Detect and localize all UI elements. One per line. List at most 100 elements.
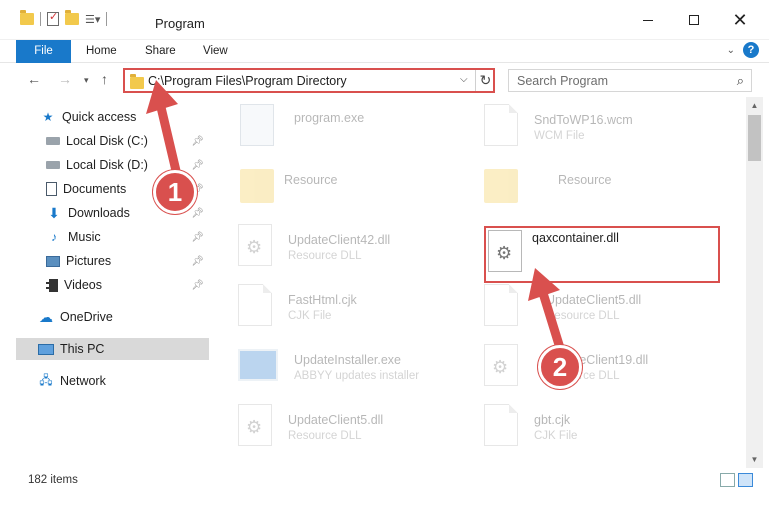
star-icon: ★ xyxy=(42,110,54,124)
large-icons-view-icon[interactable] xyxy=(738,473,753,487)
expand-ribbon-icon[interactable]: ⌄ xyxy=(727,45,735,56)
pin-icon[interactable]: 📌︎ xyxy=(191,136,204,147)
sidebar-item-label: Music xyxy=(68,230,101,244)
file-icon xyxy=(484,404,518,446)
sidebar-item-label: Pictures xyxy=(66,254,112,268)
file-name: UpdateClient5.dll xyxy=(546,293,642,307)
list-item[interactable]: FastHtml.cjk CJK File xyxy=(238,281,458,331)
sidebar-item-music[interactable]: ♪ Music 📌︎ xyxy=(46,226,210,248)
tab-file[interactable]: File xyxy=(16,40,71,63)
sidebar-item-label: Local Disk (C:) xyxy=(66,134,148,148)
address-row: ← → ▾ ↑ C:\Program Files\Program Directo… xyxy=(0,63,769,97)
quick-access-toolbar: ☰▾ xyxy=(20,10,108,26)
scroll-down-icon[interactable]: ▼ xyxy=(746,451,763,468)
file-type: CJK File xyxy=(534,430,578,442)
pin-icon[interactable]: 📌︎ xyxy=(191,280,204,291)
back-arrow-icon[interactable]: ← xyxy=(27,71,41,87)
close-icon: ✕ xyxy=(732,9,748,30)
divider xyxy=(40,12,41,26)
disk-icon xyxy=(46,137,60,145)
list-item[interactable]: UpdateClient5.dll Resource DLL xyxy=(484,281,724,331)
sidebar-item-this-pc[interactable]: This PC xyxy=(16,338,209,360)
step-2-badge: 2 xyxy=(538,345,582,389)
installer-icon xyxy=(238,349,278,381)
list-item[interactable]: Resource xyxy=(240,161,460,211)
pin-icon[interactable]: 📌︎ xyxy=(191,160,204,171)
new-folder-icon[interactable] xyxy=(65,10,79,25)
item-count: 182 items xyxy=(28,474,78,486)
list-item[interactable]: gbt.cjk CJK File xyxy=(484,401,724,451)
recent-locations-icon[interactable]: ▾ xyxy=(84,75,89,86)
pin-icon[interactable]: 📌︎ xyxy=(191,208,204,219)
sidebar-item-videos[interactable]: Videos 📌︎ xyxy=(46,274,210,296)
title-bar: ☰▾ Program ✕ xyxy=(0,0,769,40)
file-name: FastHtml.cjk xyxy=(288,293,357,307)
ribbon-controls: ⌄ ? xyxy=(727,42,759,58)
file-icon xyxy=(484,284,518,326)
minimize-button[interactable] xyxy=(625,0,671,40)
file-name: SndToWP16.wcm xyxy=(534,113,633,127)
properties-icon[interactable] xyxy=(47,10,59,26)
address-bar[interactable]: C:\Program Files\Program Directory ⌵ ↻ xyxy=(123,68,495,93)
highlight-box xyxy=(484,226,720,283)
window-title: Program xyxy=(155,16,205,31)
file-icon xyxy=(484,104,518,146)
sidebar-item-pictures[interactable]: Pictures 📌︎ xyxy=(46,250,210,272)
file-name: Resource xyxy=(284,173,338,187)
file-icon xyxy=(238,284,272,326)
help-icon[interactable]: ? xyxy=(743,42,759,58)
sidebar-item-onedrive[interactable]: ☁ OneDrive xyxy=(38,306,210,328)
downloads-icon: ⬇ xyxy=(48,204,60,221)
search-input[interactable]: Search Program ⌕ xyxy=(508,69,752,92)
gear-icon: ⚙ xyxy=(246,417,263,437)
dll-file-icon: ⚙ xyxy=(238,404,272,446)
maximize-button[interactable] xyxy=(671,0,717,40)
dll-file-icon: ⚙ xyxy=(238,224,272,266)
sidebar-item-label: Network xyxy=(60,374,106,388)
sidebar-item-label: Documents xyxy=(63,182,127,196)
up-arrow-icon[interactable]: ↑ xyxy=(101,71,108,87)
minimize-icon xyxy=(643,19,653,21)
vertical-scrollbar[interactable]: ▲ ▼ xyxy=(746,97,763,468)
file-name: UpdateInstaller.exe xyxy=(294,353,402,367)
list-item[interactable]: ⚙ UpdateClient42.dll Resource DLL xyxy=(238,221,458,271)
folder-icon xyxy=(20,10,34,25)
list-item[interactable]: UpdateInstaller.exe ABBYY updates instal… xyxy=(238,341,458,391)
file-name: Resource xyxy=(558,173,612,187)
tab-home[interactable]: Home xyxy=(86,40,117,63)
tab-share[interactable]: Share xyxy=(145,40,176,63)
tab-view[interactable]: View xyxy=(203,40,228,63)
file-type: WCM File xyxy=(534,130,585,142)
customize-toolbar-icon[interactable]: ☰▾ xyxy=(85,13,100,26)
pin-icon[interactable]: 📌︎ xyxy=(191,232,204,243)
gear-icon: ⚙ xyxy=(492,357,509,377)
list-item[interactable]: SndToWP16.wcm WCM File xyxy=(484,101,724,151)
step-1-badge: 1 xyxy=(153,170,197,214)
search-placeholder: Search Program xyxy=(517,74,609,88)
refresh-icon[interactable]: ↻ xyxy=(475,70,495,91)
dll-file-icon: ⚙ xyxy=(484,344,518,386)
sidebar-item-local-disk-c[interactable]: Local Disk (C:) 📌︎ xyxy=(46,130,210,152)
list-item[interactable]: ⚙ UpdateClient19.dll Resource DLL xyxy=(484,341,724,391)
sidebar-item-label: Local Disk (D:) xyxy=(66,158,148,172)
pin-icon[interactable]: 📌︎ xyxy=(191,256,204,267)
list-item[interactable]: Resource xyxy=(484,161,724,211)
sidebar-item-quick-access[interactable]: ★ Quick access xyxy=(40,106,210,128)
file-name: gbt.cjk xyxy=(534,413,571,427)
exe-file-icon xyxy=(240,104,274,146)
gear-icon: ⚙ xyxy=(246,237,263,257)
scroll-up-icon[interactable]: ▲ xyxy=(746,97,763,114)
address-path[interactable]: C:\Program Files\Program Directory xyxy=(148,74,347,88)
view-switcher xyxy=(720,473,753,487)
list-item[interactable]: ⚙ UpdateClient5.dll Resource DLL xyxy=(238,401,458,451)
chevron-down-icon[interactable]: ⌵ xyxy=(460,74,468,85)
close-button[interactable]: ✕ xyxy=(717,0,763,40)
network-icon: 🖧︎ xyxy=(39,372,53,387)
scrollbar-thumb[interactable] xyxy=(748,115,761,161)
sidebar-item-label: Downloads xyxy=(68,206,130,220)
sidebar-item-network[interactable]: 🖧︎ Network xyxy=(38,370,210,392)
details-view-icon[interactable] xyxy=(720,473,735,487)
forward-arrow-icon[interactable]: → xyxy=(58,71,72,87)
list-item[interactable]: program.exe xyxy=(240,101,460,151)
file-name: UpdateClient42.dll xyxy=(288,233,391,247)
